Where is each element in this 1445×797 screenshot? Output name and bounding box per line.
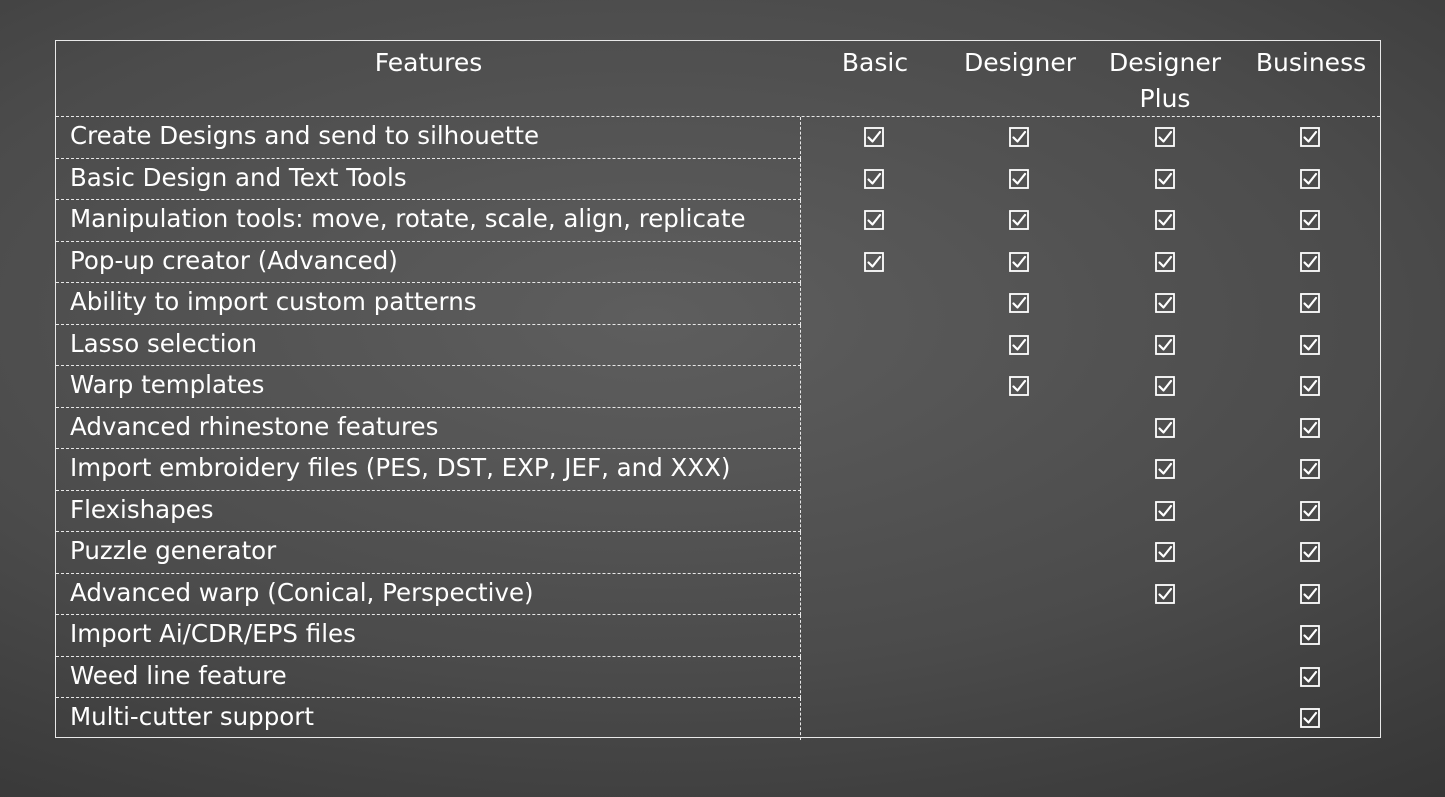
checked-box-icon	[1009, 210, 1029, 230]
feature-label: Import embroidery files (PES, DST, EXP, …	[56, 449, 801, 491]
feature-label: Import Ai/CDR/EPS files	[56, 615, 801, 657]
header-basic: Basic	[841, 48, 909, 77]
table-header: Features Basic Designer Designer Plus Bu…	[56, 41, 1380, 117]
feature-label: Basic Design and Text Tools	[56, 158, 801, 200]
checked-box-icon	[1300, 583, 1320, 604]
feature-label: Flexishapes	[56, 490, 801, 532]
checked-box-icon	[1300, 542, 1320, 562]
table-row: Weed line feature	[56, 656, 1380, 698]
checked-box-icon	[1155, 459, 1175, 479]
feature-label: Ability to import custom patterns	[56, 283, 801, 325]
checked-box-icon	[864, 168, 884, 189]
checked-box-icon	[864, 127, 884, 147]
feature-label: Manipulation tools: move, rotate, scale,…	[56, 200, 801, 242]
table-row: Pop-up creator (Advanced)	[56, 241, 1380, 283]
checked-box-icon	[1009, 168, 1029, 189]
checked-box-icon	[1155, 251, 1175, 272]
checked-box-icon	[1300, 168, 1320, 189]
checked-box-icon	[1300, 376, 1320, 396]
table-row: Create Designs and send to silhouette	[56, 117, 1380, 159]
checked-box-icon	[1009, 251, 1029, 272]
table-row: Puzzle generator	[56, 532, 1380, 574]
checked-box-icon	[1155, 168, 1175, 189]
checked-box-icon	[1009, 293, 1029, 313]
table-row: Lasso selection	[56, 324, 1380, 366]
checked-box-icon	[1300, 625, 1320, 645]
checked-box-icon	[1155, 127, 1175, 147]
checked-box-icon	[1300, 666, 1320, 687]
table-row: Warp templates	[56, 366, 1380, 408]
checked-box-icon	[1300, 500, 1320, 521]
header-designer-plus: Designer Plus	[1109, 48, 1221, 113]
table-row: Manipulation tools: move, rotate, scale,…	[56, 200, 1380, 242]
table-row: Import Ai/CDR/EPS files	[56, 615, 1380, 657]
checked-box-icon	[1009, 334, 1029, 355]
feature-comparison-table: Features Basic Designer Designer Plus Bu…	[55, 40, 1381, 740]
header-features: Features	[374, 48, 483, 77]
table-row: Flexishapes	[56, 490, 1380, 532]
feature-label: Advanced rhinestone features	[56, 407, 801, 449]
checked-box-icon	[1155, 500, 1175, 521]
checked-box-icon	[1300, 293, 1320, 313]
checked-box-icon	[1155, 293, 1175, 313]
checked-box-icon	[1300, 334, 1320, 355]
checked-box-icon	[1300, 127, 1320, 147]
feature-label: Warp templates	[56, 366, 801, 408]
checked-box-icon	[1009, 127, 1029, 147]
table-row: Ability to import custom patterns	[56, 283, 1380, 325]
checked-box-icon	[1300, 251, 1320, 272]
table-row: Multi-cutter support	[56, 698, 1380, 740]
checked-box-icon	[1155, 210, 1175, 230]
header-designer: Designer	[964, 48, 1076, 77]
feature-label: Puzzle generator	[56, 532, 801, 574]
table-row: Advanced warp (Conical, Perspective)	[56, 573, 1380, 615]
checked-box-icon	[1155, 583, 1175, 604]
checked-box-icon	[1155, 334, 1175, 355]
feature-label: Weed line feature	[56, 656, 801, 698]
feature-label: Lasso selection	[56, 324, 801, 366]
header-business: Business	[1255, 48, 1367, 77]
checked-box-icon	[1300, 459, 1320, 479]
checked-box-icon	[1155, 376, 1175, 396]
checked-box-icon	[1300, 210, 1320, 230]
feature-label: Pop-up creator (Advanced)	[56, 241, 801, 283]
table-row: Basic Design and Text Tools	[56, 158, 1380, 200]
checked-box-icon	[864, 251, 884, 272]
feature-label: Create Designs and send to silhouette	[56, 117, 801, 159]
table-row: Advanced rhinestone features	[56, 407, 1380, 449]
checked-box-icon	[1155, 542, 1175, 562]
checked-box-icon	[1009, 376, 1029, 396]
feature-label: Multi-cutter support	[56, 698, 801, 740]
checked-box-icon	[864, 210, 884, 230]
table-row: Import embroidery files (PES, DST, EXP, …	[56, 449, 1380, 491]
checked-box-icon	[1300, 417, 1320, 438]
checked-box-icon	[1155, 417, 1175, 438]
checked-box-icon	[1300, 708, 1320, 728]
feature-label: Advanced warp (Conical, Perspective)	[56, 573, 801, 615]
